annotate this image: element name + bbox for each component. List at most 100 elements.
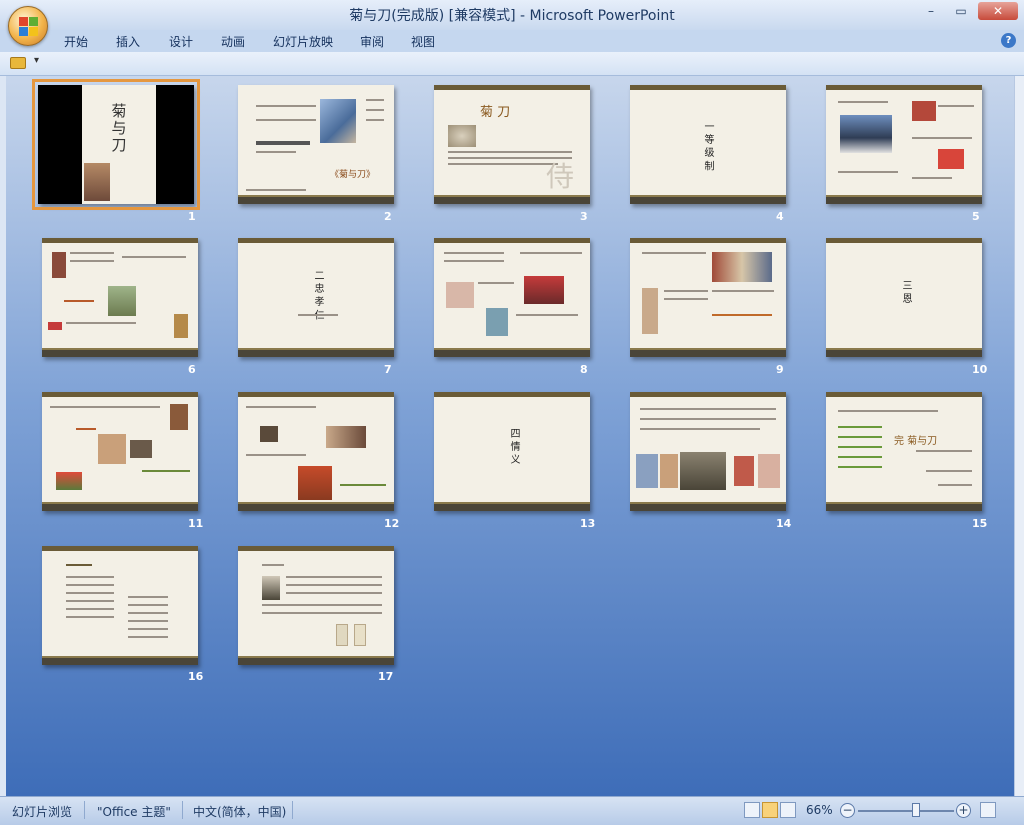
tab-view[interactable]: 视图: [411, 33, 435, 50]
zoom-in-button[interactable]: +: [956, 803, 971, 818]
slide-thumbnail[interactable]: 菊 刀 侍: [434, 85, 590, 204]
theme-label[interactable]: "Office 主题": [97, 803, 171, 820]
slide-thumbnail[interactable]: [238, 546, 394, 665]
scroll-image: [642, 288, 658, 334]
slide-thumbnail[interactable]: 《菊与刀》: [238, 85, 394, 204]
customize-qat-icon[interactable]: ▾: [34, 55, 39, 66]
castle-image: [840, 115, 892, 153]
photo-image: [326, 426, 366, 448]
slide-sorter-view-icon[interactable]: [762, 802, 778, 818]
close-button[interactable]: ✕: [978, 2, 1018, 20]
slide-title: 四 情 义: [508, 428, 519, 465]
slide-number: 12: [384, 517, 400, 530]
tab-home[interactable]: 开始: [64, 33, 88, 50]
status-bar: 幻灯片浏览 "Office 主题" 中文(简体，中国) 66% − +: [0, 796, 1024, 825]
slideshow-view-icon[interactable]: [780, 802, 796, 818]
slide-thumbnail[interactable]: [630, 238, 786, 357]
slide-number: 9: [776, 363, 784, 376]
photo-image: [486, 308, 508, 336]
geisha-image: [758, 454, 780, 488]
slide-thumbnail[interactable]: 菊 与 刀: [32, 79, 200, 210]
slide-thumbnail[interactable]: [42, 546, 198, 665]
slide-number: 6: [188, 363, 196, 376]
ribbon-tabs: 开始 插入 设计 动画 幻灯片放映 审阅 视图 ?: [0, 30, 1024, 52]
portrait-image: [262, 576, 280, 600]
slide-thumbnail[interactable]: [42, 392, 198, 511]
slide-number: 3: [580, 210, 588, 223]
slide-title: 菊 刀: [480, 105, 511, 120]
figure-image: [52, 252, 66, 278]
slide-number: 16: [188, 670, 204, 683]
geisha-image: [446, 282, 474, 308]
photo-image: [912, 101, 936, 121]
tab-animation[interactable]: 动画: [221, 33, 245, 50]
zoom-out-button[interactable]: −: [840, 803, 855, 818]
geisha-image: [84, 163, 110, 201]
geisha-image: [98, 434, 126, 464]
cover-image: [320, 99, 356, 143]
tab-review[interactable]: 审阅: [360, 33, 384, 50]
buddha-image: [680, 452, 726, 490]
zoom-slider-thumb[interactable]: [912, 803, 920, 817]
slide-title: 《菊与刀》: [330, 170, 376, 180]
prints-image: [712, 252, 772, 282]
slide-number: 5: [972, 210, 980, 223]
open-folder-icon[interactable]: [10, 57, 26, 69]
sushi-image: [56, 472, 82, 490]
slide-title: 菊 与 刀: [111, 102, 127, 154]
torii-image: [298, 466, 332, 500]
office-button[interactable]: [8, 6, 48, 46]
slide-thumbnail[interactable]: [826, 85, 982, 204]
book-cover-image: [336, 624, 348, 646]
slide-thumbnail[interactable]: [434, 238, 590, 357]
paint-image: [48, 322, 62, 330]
photo-image: [938, 149, 964, 169]
slide-number: 7: [384, 363, 392, 376]
figure-image: [170, 404, 188, 430]
slide-number: 1: [188, 210, 196, 223]
office-logo-icon: [19, 17, 39, 37]
slide-thumbnail[interactable]: 一 等 级 制: [630, 85, 786, 204]
window-controls: – ▭ ✕: [918, 2, 1018, 20]
zoom-slider[interactable]: [858, 810, 954, 812]
vertical-scrollbar[interactable]: [1014, 76, 1024, 796]
slide-title: 三 恩: [900, 280, 911, 304]
samurai-image: [174, 314, 188, 338]
quick-access-toolbar: ▾: [0, 52, 1024, 76]
book-cover-image: [354, 624, 366, 646]
normal-view-icon[interactable]: [744, 802, 760, 818]
slide-number: 14: [776, 517, 792, 530]
slide-number: 17: [378, 670, 394, 683]
window-title: 菊与刀(完成版) [兼容模式] - Microsoft PowerPoint: [349, 8, 675, 24]
scarecrow-image: [108, 286, 136, 316]
restore-button[interactable]: ▭: [948, 2, 974, 20]
tab-slideshow[interactable]: 幻灯片放映: [273, 33, 333, 50]
slide-thumbnail[interactable]: 三 恩: [826, 238, 982, 357]
minimize-button[interactable]: –: [918, 2, 944, 20]
photo-image: [734, 456, 754, 486]
photo-image: [260, 426, 278, 442]
slide-thumbnail[interactable]: 完 菊与刀: [826, 392, 982, 511]
slide-title: 一 等 级 制: [702, 121, 713, 171]
slide-number: 15: [972, 517, 988, 530]
slide-thumbnail[interactable]: 四 情 义: [434, 392, 590, 511]
slide-thumbnail[interactable]: [42, 238, 198, 357]
tab-design[interactable]: 设计: [169, 33, 193, 50]
flowers-image: [524, 276, 564, 304]
slide-thumbnail[interactable]: 二 忠 孝 仁: [238, 238, 394, 357]
slide-sorter[interactable]: 菊 与 刀 1 《菊与刀》 2 菊 刀 侍 3 一 等 级 制 4 5 6 二 …: [6, 76, 1014, 796]
slide-title: 完 菊与刀: [894, 436, 938, 447]
zoom-level[interactable]: 66%: [806, 803, 833, 817]
photo-image: [636, 454, 658, 488]
slide-number: 8: [580, 363, 588, 376]
slide-number: 2: [384, 210, 392, 223]
slide-title: 二 忠 孝 仁: [312, 270, 323, 320]
tab-insert[interactable]: 插入: [116, 33, 140, 50]
slide-number: 10: [972, 363, 988, 376]
view-mode-label: 幻灯片浏览: [12, 805, 73, 819]
slide-thumbnail[interactable]: [630, 392, 786, 511]
slide-thumbnail[interactable]: [238, 392, 394, 511]
fit-to-window-icon[interactable]: [980, 802, 996, 818]
help-icon[interactable]: ?: [1001, 33, 1016, 48]
language-label[interactable]: 中文(简体，中国): [193, 803, 286, 820]
